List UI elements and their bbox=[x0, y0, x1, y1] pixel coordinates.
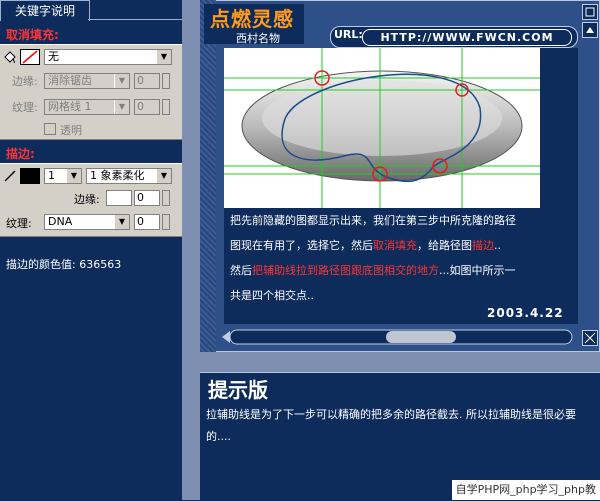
fill-edge-spin-input[interactable]: 0 bbox=[134, 73, 160, 89]
chevron-down-icon[interactable]: ▼ bbox=[114, 74, 129, 88]
stroke-texture-value: DNA bbox=[48, 215, 73, 228]
stroke-options-box: 1 ▼ 1 象素柔化 ▼ 边缘: 0 纹理: DNA ▼ 0 bbox=[0, 163, 182, 237]
highlight-guide-lines: 把辅助线拉到路径图跟底图相交的地方 bbox=[252, 264, 439, 277]
chevron-down-icon[interactable]: ▼ bbox=[156, 50, 171, 64]
fill-edge-spin-value: 0 bbox=[137, 74, 144, 87]
stroke-texture-spin-value: 0 bbox=[137, 215, 144, 228]
stroke-type-value: 1 象素柔化 bbox=[90, 169, 145, 182]
fill-texture-label: 纹理: bbox=[12, 101, 38, 114]
article-line-3a: 然后 bbox=[230, 264, 252, 277]
fill-edge-value: 消除锯齿 bbox=[48, 74, 92, 87]
article-date: 2003.4.22 bbox=[487, 306, 564, 320]
fill-edge-select[interactable]: 消除锯齿 ▼ bbox=[44, 73, 130, 89]
tip-title: 提示版 bbox=[208, 378, 268, 402]
horizontal-scrollbar[interactable] bbox=[220, 326, 582, 348]
maximize-icon[interactable] bbox=[582, 4, 598, 20]
tab-keyword-description[interactable]: 关键字说明 bbox=[0, 0, 90, 21]
paint-bucket-icon[interactable] bbox=[3, 50, 17, 64]
article-line-3: 然后把辅助线拉到路径图跟底图相交的地方...如图中所示一 bbox=[230, 258, 570, 283]
watermark: 自学PHP网_php学习_php教 bbox=[451, 480, 600, 500]
stroke-edge-spinner[interactable] bbox=[162, 190, 170, 206]
fill-texture-spin-value: 0 bbox=[137, 100, 144, 113]
scroll-up-icon[interactable] bbox=[582, 22, 598, 38]
stroke-size-value: 1 bbox=[48, 169, 55, 182]
article-line-2c: ，给路径图 bbox=[417, 239, 472, 252]
stroke-texture-select[interactable]: DNA ▼ bbox=[44, 214, 130, 230]
fill-color-swatch[interactable] bbox=[20, 49, 40, 65]
stroke-texture-spin-input[interactable]: 0 bbox=[134, 214, 160, 230]
fill-edge-label: 边缘: bbox=[12, 75, 38, 88]
site-subtitle: 西村名物 bbox=[236, 32, 280, 45]
stroke-texture-spinner[interactable] bbox=[162, 214, 170, 230]
fill-texture-value: 网格线 1 bbox=[48, 100, 92, 113]
frame-stripes bbox=[200, 0, 216, 352]
fill-type-select[interactable]: 无 ▼ bbox=[44, 49, 172, 65]
chevron-down-icon[interactable]: ▼ bbox=[114, 100, 129, 114]
resize-corner-icon[interactable] bbox=[582, 330, 598, 346]
transparent-label: 透明 bbox=[60, 124, 82, 137]
stroke-edge-input[interactable] bbox=[106, 190, 132, 206]
fill-options-box: 无 ▼ 边缘: 消除锯齿 ▼ 0 纹理: 网格线 1 ▼ 0 透明 bbox=[0, 44, 182, 140]
article-line-2a: 图现在有用了，选择它，然后 bbox=[230, 239, 373, 252]
fill-type-value: 无 bbox=[48, 50, 59, 63]
site-title: 点燃灵感 bbox=[210, 7, 294, 31]
url-label: URL: bbox=[334, 28, 363, 41]
article-line-3c: ...如图中所示一 bbox=[439, 264, 516, 277]
fill-edge-spinner[interactable] bbox=[162, 73, 170, 89]
stroke-texture-label: 纹理: bbox=[6, 217, 32, 230]
stroke-color-swatch[interactable] bbox=[20, 168, 40, 184]
highlight-cancel-fill: 取消填充 bbox=[373, 239, 417, 252]
stroke-size-select[interactable]: 1 ▼ bbox=[44, 168, 82, 184]
url-link[interactable]: HTTP://WWW.FWCN.COM bbox=[362, 29, 572, 46]
fill-texture-select[interactable]: 网格线 1 ▼ bbox=[44, 99, 130, 115]
article-line-2e: .. bbox=[494, 239, 501, 252]
stroke-edge-label: 边缘: bbox=[74, 193, 100, 206]
tip-text: 拉辅助线是为了下一步可以精确的把多余的路径截去. 所以拉辅助线是很必要的.... bbox=[206, 408, 576, 443]
article-line-4: 共是四个相交点.. bbox=[230, 289, 314, 302]
chevron-down-icon[interactable]: ▼ bbox=[114, 215, 129, 229]
stroke-color-info: 描边的颜色值: 636563 bbox=[6, 258, 122, 271]
highlight-stroke: 描边 bbox=[472, 239, 494, 252]
transparent-checkbox[interactable] bbox=[44, 123, 56, 135]
article-line-2: 图现在有用了，选择它，然后取消填充，给路径图描边.. bbox=[230, 233, 570, 258]
stroke-section-title: 描边: bbox=[6, 147, 35, 161]
stroke-type-select[interactable]: 1 象素柔化 ▼ bbox=[86, 168, 172, 184]
stroke-edge-spin-value: 0 bbox=[137, 191, 144, 204]
pencil-icon[interactable] bbox=[3, 169, 17, 183]
fill-texture-spinner[interactable] bbox=[162, 99, 170, 115]
fill-texture-spin-input[interactable]: 0 bbox=[134, 99, 160, 115]
tab-divider bbox=[88, 19, 182, 20]
stroke-edge-spin-input[interactable]: 0 bbox=[134, 190, 160, 206]
chevron-down-icon[interactable]: ▼ bbox=[66, 169, 81, 183]
article-line-1: 把先前隐藏的图都显示出来，我们在第三步中所克隆的路径 bbox=[230, 214, 516, 227]
illustration-image bbox=[224, 48, 540, 208]
fill-section-title: 取消填充: bbox=[6, 28, 59, 42]
properties-panel: 关键字说明 取消填充: 无 ▼ 边缘: 消除锯齿 ▼ 0 纹理: 网格线 1 ▼… bbox=[0, 0, 183, 500]
chevron-down-icon[interactable]: ▼ bbox=[156, 169, 171, 183]
article-text: 把先前隐藏的图都显示出来，我们在第三步中所克隆的路径 图现在有用了，选择它，然后… bbox=[230, 208, 570, 308]
